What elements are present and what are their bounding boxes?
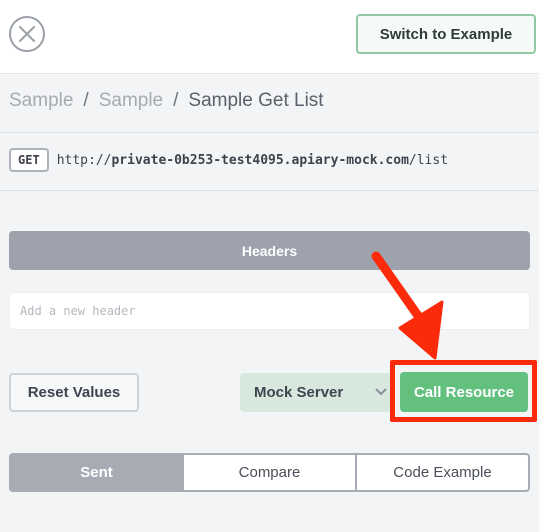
breadcrumb: Sample / Sample / Sample Get List xyxy=(9,88,324,114)
http-method-badge: GET xyxy=(9,148,49,172)
breadcrumb-item-group[interactable]: Sample xyxy=(9,90,73,111)
tab-code-example[interactable]: Code Example xyxy=(355,455,528,490)
endpoint-url: http://private-0b253-test4095.apiary-moc… xyxy=(57,153,448,168)
chevron-down-icon xyxy=(375,388,387,396)
annotation-highlight-box xyxy=(390,360,537,422)
url-path: /list xyxy=(408,152,449,168)
add-header-input[interactable] xyxy=(9,292,530,330)
reset-values-button[interactable]: Reset Values xyxy=(9,373,139,412)
top-bar: Switch to Example xyxy=(0,0,539,74)
close-icon xyxy=(19,26,35,42)
server-select[interactable]: Mock Server xyxy=(240,373,395,412)
url-host: private-0b253-test4095.apiary-mock.com xyxy=(111,152,409,168)
breadcrumb-item-resource[interactable]: Sample xyxy=(99,90,163,111)
url-scheme: http:// xyxy=(56,152,112,168)
divider xyxy=(0,132,539,133)
breadcrumb-separator: / xyxy=(83,90,89,111)
headers-section-header[interactable]: Headers xyxy=(9,231,530,270)
response-tabs: Sent Compare Code Example xyxy=(9,453,530,492)
divider xyxy=(0,190,539,191)
server-select-value: Mock Server xyxy=(254,384,344,401)
endpoint-line: GET http://private-0b253-test4095.apiary… xyxy=(9,147,448,173)
close-button[interactable] xyxy=(9,16,45,52)
tab-sent[interactable]: Sent xyxy=(11,455,182,490)
switch-to-example-button[interactable]: Switch to Example xyxy=(356,14,536,54)
breadcrumb-separator: / xyxy=(173,90,179,111)
annotation-arrow-icon xyxy=(371,251,444,360)
tab-compare[interactable]: Compare xyxy=(182,455,355,490)
breadcrumb-item-current: Sample Get List xyxy=(188,90,324,111)
